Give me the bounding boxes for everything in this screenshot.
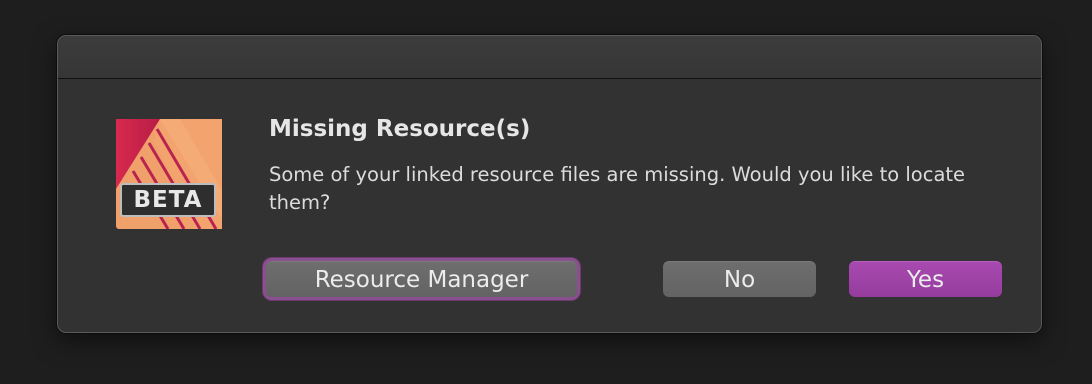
beta-badge: BETA bbox=[120, 183, 216, 217]
affinity-publisher-beta-icon: BETA bbox=[116, 119, 222, 229]
yes-button[interactable]: Yes bbox=[849, 261, 1002, 297]
no-button[interactable]: No bbox=[663, 261, 816, 297]
dialog-title: Missing Resource(s) bbox=[269, 116, 531, 142]
missing-resources-dialog: BETA Missing Resource(s) Some of your li… bbox=[57, 35, 1042, 333]
dialog-titlebar[interactable] bbox=[58, 36, 1041, 79]
resource-manager-button[interactable]: Resource Manager bbox=[266, 261, 577, 297]
dialog-message: Some of your linked resource files are m… bbox=[269, 163, 966, 214]
